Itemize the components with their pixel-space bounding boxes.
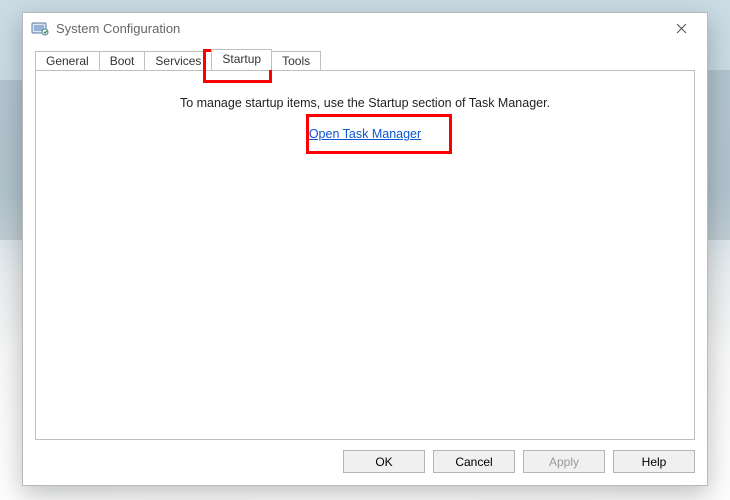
close-button[interactable] — [659, 15, 703, 43]
startup-message: To manage startup items, use the Startup… — [36, 96, 694, 110]
tab-services[interactable]: Services — [144, 51, 212, 71]
close-icon — [676, 23, 687, 34]
dialog-buttons: OK Cancel Apply Help — [35, 440, 695, 473]
tabstrip: General Boot Services Startup Tools — [35, 48, 695, 70]
titlebar[interactable]: System Configuration — [23, 13, 707, 44]
client-area: General Boot Services Startup Tools To m… — [23, 44, 707, 485]
tab-boot[interactable]: Boot — [99, 51, 146, 71]
tab-general[interactable]: General — [35, 51, 100, 71]
apply-button[interactable]: Apply — [523, 450, 605, 473]
ok-button[interactable]: OK — [343, 450, 425, 473]
window-title: System Configuration — [56, 21, 180, 36]
tab-tools[interactable]: Tools — [271, 51, 321, 71]
startup-panel: To manage startup items, use the Startup… — [35, 70, 695, 440]
tab-startup[interactable]: Startup — [211, 49, 272, 70]
cancel-button[interactable]: Cancel — [433, 450, 515, 473]
open-task-manager-link[interactable]: Open Task Manager — [309, 127, 421, 141]
sysconfig-dialog: System Configuration General Boot Servic… — [22, 12, 708, 486]
help-button[interactable]: Help — [613, 450, 695, 473]
msconfig-icon — [31, 20, 49, 38]
